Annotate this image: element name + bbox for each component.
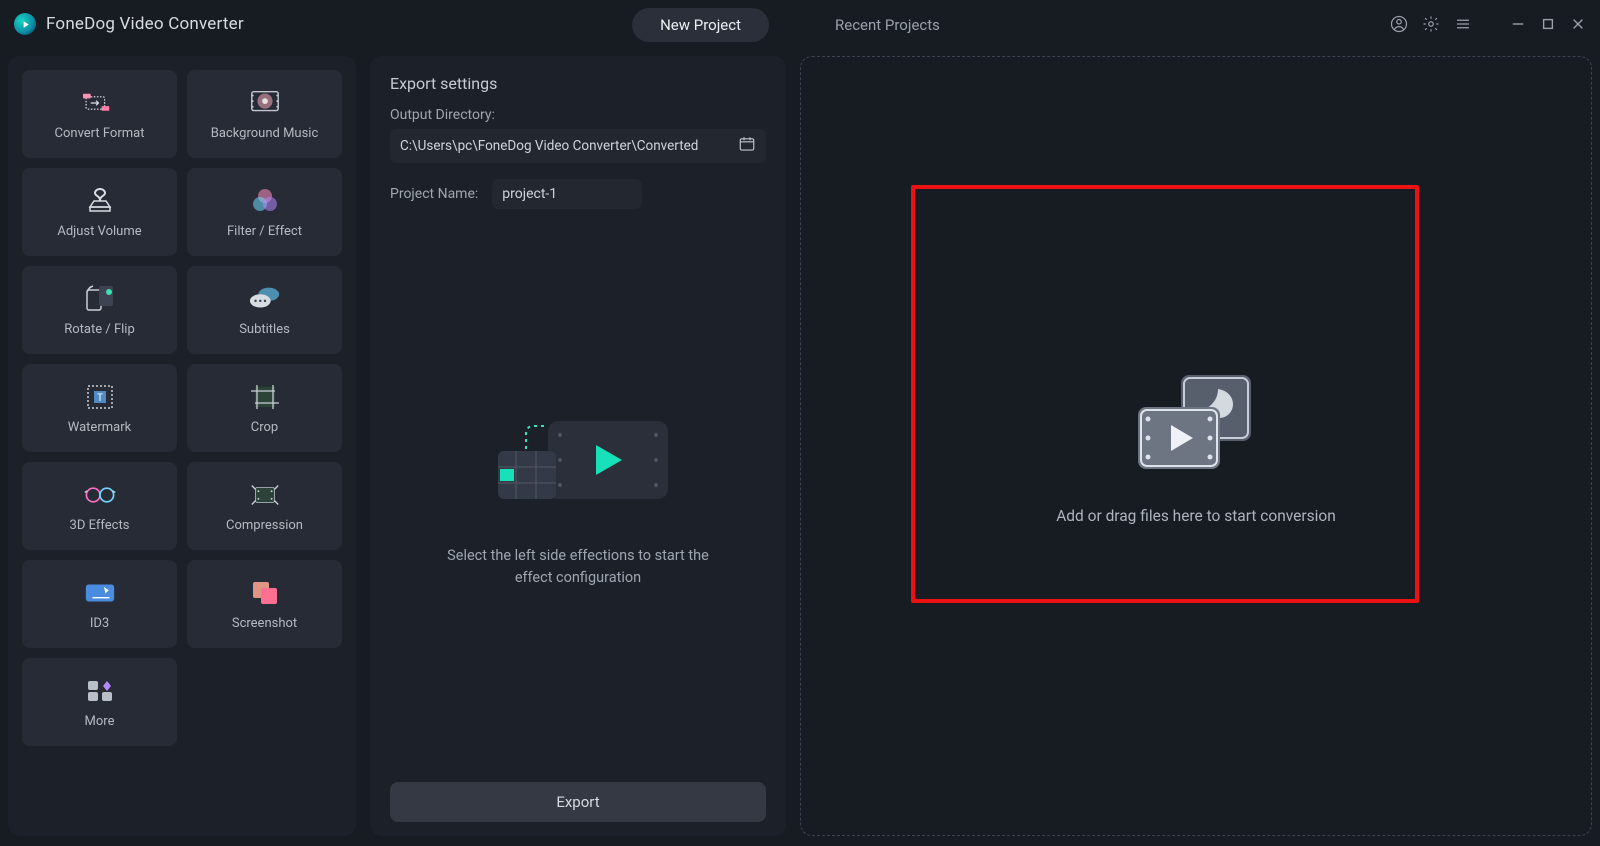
tool-background-music[interactable]: Background Music — [187, 70, 342, 158]
export-settings-title: Export settings — [390, 74, 766, 93]
compression-icon — [248, 480, 282, 510]
output-directory-input[interactable] — [400, 138, 728, 154]
tool-label: Compression — [226, 518, 303, 533]
window-close-button[interactable] — [1570, 16, 1586, 32]
tab-new-project[interactable]: New Project — [632, 8, 769, 42]
adjust-volume-icon — [83, 186, 117, 216]
crop-icon — [248, 382, 282, 412]
project-name-input[interactable] — [492, 179, 642, 209]
watermark-icon: T — [83, 382, 117, 412]
titlebar: FoneDog Video Converter New Project Rece… — [0, 0, 1600, 48]
output-directory-label: Output Directory: — [390, 107, 766, 123]
account-icon[interactable] — [1390, 15, 1408, 33]
screenshot-icon — [248, 578, 282, 608]
browse-folder-button[interactable] — [738, 135, 756, 157]
project-name-label: Project Name: — [390, 186, 478, 202]
tool-screenshot[interactable]: Screenshot — [187, 560, 342, 648]
app-logo-icon — [14, 13, 36, 35]
app-title: FoneDog Video Converter — [46, 14, 244, 34]
tool-label: Subtitles — [239, 322, 290, 337]
tool-more[interactable]: More — [22, 658, 177, 746]
tool-3d-effects[interactable]: 3D Effects — [22, 462, 177, 550]
export-panel: Export settings Output Directory: Projec… — [370, 56, 786, 836]
tool-label: Adjust Volume — [57, 224, 141, 239]
tool-id3[interactable]: ID3 — [22, 560, 177, 648]
tab-recent-projects[interactable]: Recent Projects — [807, 8, 968, 42]
tool-label: Background Music — [211, 126, 319, 141]
tool-watermark[interactable]: T Watermark — [22, 364, 177, 452]
convert-format-icon — [83, 88, 117, 118]
brand: FoneDog Video Converter — [14, 13, 244, 35]
tool-adjust-volume[interactable]: Adjust Volume — [22, 168, 177, 256]
tool-filter-effect[interactable]: Filter / Effect — [187, 168, 342, 256]
rotate-flip-icon — [83, 284, 117, 314]
3d-effects-icon — [83, 480, 117, 510]
menu-icon[interactable] — [1454, 15, 1472, 33]
tool-convert-format[interactable]: Convert Format — [22, 70, 177, 158]
window-maximize-button[interactable] — [1540, 16, 1556, 32]
tool-label: Watermark — [68, 420, 131, 435]
tool-label: Filter / Effect — [227, 224, 302, 239]
tool-label: Rotate / Flip — [64, 322, 135, 337]
tool-label: Screenshot — [232, 616, 297, 631]
tool-compression[interactable]: Compression — [187, 462, 342, 550]
tool-crop[interactable]: Crop — [187, 364, 342, 452]
effect-preview: Select the left side effections to start… — [390, 209, 766, 782]
effect-hint: Select the left side effections to start… — [428, 545, 728, 589]
output-directory-field — [390, 129, 766, 163]
more-icon — [83, 676, 117, 706]
tool-rotate-flip[interactable]: Rotate / Flip — [22, 266, 177, 354]
id3-icon — [83, 578, 117, 608]
tool-label: ID3 — [90, 616, 109, 631]
subtitles-icon — [248, 284, 282, 314]
tool-label: 3D Effects — [70, 518, 130, 533]
top-tabs: New Project Recent Projects — [632, 8, 968, 42]
tool-label: Crop — [251, 420, 278, 435]
tool-panel: Convert Format Background Music Adjust V… — [8, 56, 356, 836]
effect-preview-icon — [478, 403, 678, 523]
annotation-highlight-box — [911, 185, 1419, 603]
tool-label: More — [85, 714, 115, 729]
export-button[interactable]: Export — [390, 782, 766, 822]
tool-label: Convert Format — [55, 126, 145, 141]
dropzone[interactable]: Add or drag files here to start conversi… — [800, 56, 1592, 836]
tool-subtitles[interactable]: Subtitles — [187, 266, 342, 354]
filter-effect-icon — [248, 186, 282, 216]
window-minimize-button[interactable] — [1510, 16, 1526, 32]
settings-icon[interactable] — [1422, 15, 1440, 33]
background-music-icon — [248, 88, 282, 118]
svg-text:T: T — [97, 393, 103, 404]
